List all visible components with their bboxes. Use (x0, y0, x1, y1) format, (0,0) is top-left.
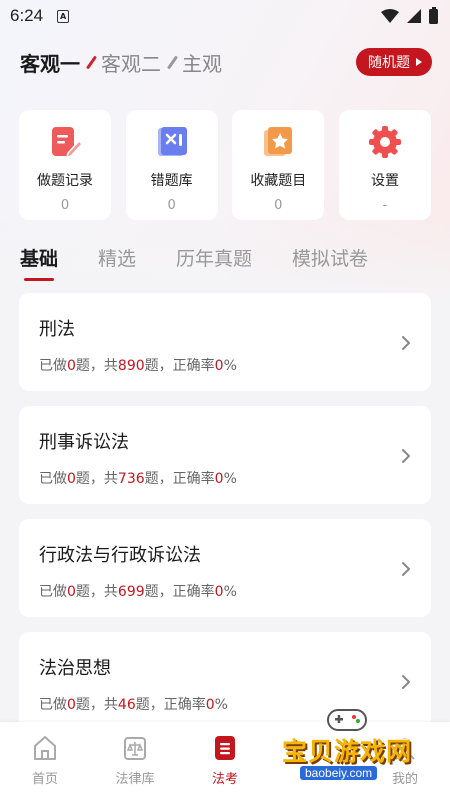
quick-card-count: - (382, 198, 388, 213)
nav-label: 首页 (31, 772, 58, 787)
accuracy-rate: 0 (214, 471, 224, 487)
favorite-star-icon (264, 127, 293, 156)
quick-card-count: 0 (60, 198, 70, 213)
subject-title: 法治思想 (39, 658, 111, 679)
chevron-right-icon (402, 449, 410, 463)
subject-stats: 已做0题，共736题，正确率0% (39, 471, 237, 487)
law-library-icon (124, 737, 146, 760)
subject-stats: 已做0题，共46题，正确率0% (39, 697, 228, 713)
tab-basic[interactable]: 基础 (20, 244, 59, 281)
home-icon (34, 736, 56, 760)
mode-header: 客观一 客观二 主观 随机题 (20, 44, 432, 80)
done-count: 0 (67, 584, 76, 600)
done-count: 0 (67, 697, 76, 713)
tab-selected[interactable]: 精选 (98, 244, 136, 271)
total-count: 890 (117, 358, 145, 374)
chevron-right-icon (402, 336, 410, 350)
bottom-nav: 首页 法律库 法考 我的 (0, 722, 450, 800)
quick-card-settings[interactable]: 设置 - (338, 110, 431, 220)
quick-card-label: 做题记录 (37, 173, 93, 189)
wifi-icon (381, 9, 399, 23)
total-count: 46 (117, 697, 136, 713)
chevron-right-icon (402, 675, 410, 689)
status-bar: 6:24 A (0, 0, 450, 32)
done-count: 0 (67, 471, 76, 487)
nav-law-library[interactable]: 法律库 (90, 722, 180, 800)
nav-label: 我的 (391, 772, 418, 787)
subject-card-criminal-law[interactable]: 刑法 已做0题，共890题，正确率0% (19, 293, 431, 391)
quick-card-count: 0 (167, 198, 176, 213)
blank-icon (302, 734, 328, 762)
mode-tab-objective-2[interactable]: 客观二 (101, 48, 161, 77)
signal-icon (407, 9, 421, 23)
subject-card-rule-of-law-thought[interactable]: 法治思想 已做0题，共46题，正确率0% (19, 632, 431, 730)
subject-title: 行政法与行政诉讼法 (39, 545, 201, 566)
total-count: 699 (117, 584, 145, 600)
tab-mock-papers[interactable]: 模拟试卷 (292, 244, 368, 271)
nav-label: 法律库 (115, 772, 155, 787)
nav-profile[interactable]: 我的 (360, 722, 450, 800)
quick-card-favorites[interactable]: 收藏题目 0 (232, 110, 325, 220)
quick-actions: 做题记录 0 错题库 0 收藏题目 0 设置 - (19, 110, 431, 220)
active-tab-indicator (24, 278, 54, 281)
edit-record-icon (52, 127, 83, 159)
total-count: 736 (117, 471, 145, 487)
quick-card-label: 收藏题目 (250, 173, 307, 189)
subject-stats: 已做0题，共699题，正确率0% (39, 584, 237, 600)
subject-list: 刑法 已做0题，共890题，正确率0% 刑事诉讼法 已做0题，共736题，正确率… (19, 293, 431, 745)
quick-card-label: 设置 (370, 173, 399, 189)
quick-card-records[interactable]: 做题记录 0 (19, 110, 111, 220)
subject-stats: 已做0题，共890题，正确率0% (39, 358, 237, 374)
status-time: 6:24 (10, 6, 44, 25)
nav-home[interactable]: 首页 (0, 722, 90, 800)
battery-icon (429, 6, 438, 24)
play-arrow-icon (416, 58, 422, 66)
slash-divider (166, 54, 179, 70)
exam-icon (215, 736, 235, 760)
quick-card-count: 0 (274, 198, 283, 213)
random-question-button[interactable]: 随机题 (356, 48, 432, 76)
subject-title: 刑事诉讼法 (39, 432, 129, 453)
nav-label: 法考 (211, 772, 238, 787)
wrong-questions-icon (157, 127, 187, 156)
subject-title: 刑法 (39, 319, 75, 340)
mode-tab-objective-1[interactable]: 客观一 (20, 48, 80, 77)
profile-icon (395, 738, 415, 760)
subject-card-criminal-procedure[interactable]: 刑事诉讼法 已做0题，共736题，正确率0% (19, 406, 431, 504)
tab-past-exams[interactable]: 历年真题 (176, 244, 252, 271)
category-tabs: 基础 精选 历年真题 模拟试卷 (20, 244, 432, 281)
accuracy-rate: 0 (214, 358, 224, 374)
chevron-right-icon (402, 562, 410, 576)
sim-notification-icon: A (57, 9, 70, 23)
done-count: 0 (67, 358, 76, 374)
subject-card-administrative-law[interactable]: 行政法与行政诉讼法 已做0题，共699题，正确率0% (19, 519, 431, 617)
random-question-label: 随机题 (368, 55, 410, 71)
accuracy-rate: 0 (205, 697, 215, 713)
quick-card-label: 错题库 (150, 173, 193, 189)
accuracy-rate: 0 (214, 584, 224, 600)
gear-icon (368, 126, 401, 158)
status-indicators (381, 6, 438, 24)
tab-label: 基础 (20, 248, 59, 270)
nav-exam[interactable]: 法考 (180, 722, 270, 800)
quick-card-wrong[interactable]: 错题库 0 (125, 110, 218, 220)
nav-hidden[interactable] (270, 722, 360, 800)
slash-divider (85, 54, 98, 70)
mode-tab-subjective[interactable]: 主观 (182, 48, 222, 77)
